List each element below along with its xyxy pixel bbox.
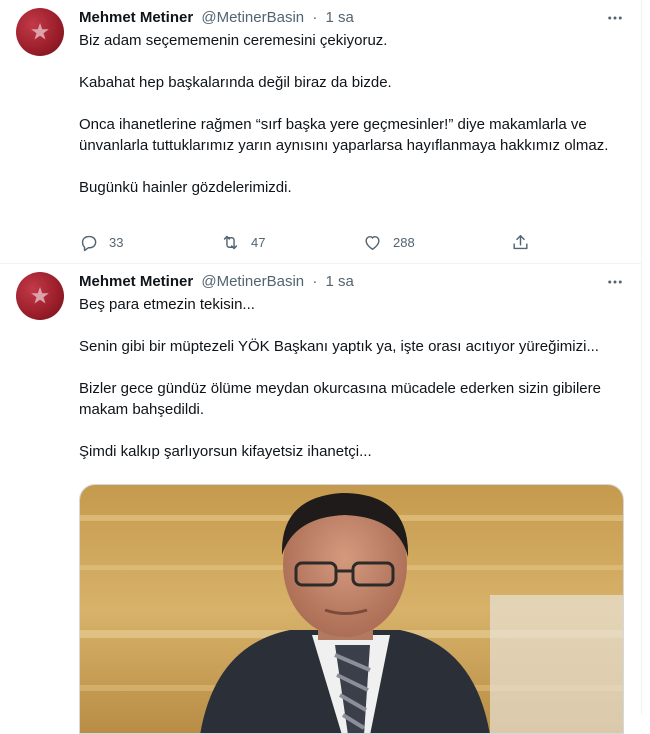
reply-button[interactable]: 33 (79, 229, 123, 255)
separator-dot: · (312, 9, 318, 26)
tweet-content: Mehmet Metiner @MetinerBasin · 1 sa Beş … (79, 272, 625, 734)
like-count: 288 (393, 234, 415, 250)
tweet-actions: 33 47 288 (79, 229, 549, 255)
author-handle[interactable]: @MetinerBasin (201, 273, 304, 290)
avatar[interactable] (16, 8, 64, 56)
avatar[interactable] (16, 272, 64, 320)
tweet-text: Biz adam seçememenin ceremesini çekiyoru… (79, 32, 609, 196)
tweet-header: Mehmet Metiner @MetinerBasin · 1 sa (79, 272, 625, 292)
portrait-photo (80, 485, 623, 733)
tweet-time[interactable]: 1 sa (325, 9, 353, 26)
separator-dot: · (312, 273, 318, 290)
star-icon (31, 23, 49, 40)
heart-icon (365, 235, 380, 250)
retweet-button[interactable]: 47 (221, 229, 265, 255)
timeline-feed: Mehmet Metiner @MetinerBasin · 1 sa Biz … (0, 0, 642, 734)
tweet-content: Mehmet Metiner @MetinerBasin · 1 sa Biz … (79, 8, 625, 251)
more-horizontal-icon (608, 280, 622, 284)
star-icon (31, 287, 49, 304)
more-options-button[interactable] (605, 8, 625, 28)
tweet[interactable]: Mehmet Metiner @MetinerBasin · 1 sa Beş … (0, 264, 641, 734)
like-button[interactable]: 288 (363, 229, 415, 255)
share-icon (513, 234, 528, 249)
share-button[interactable] (511, 229, 530, 255)
author-name[interactable]: Mehmet Metiner (79, 9, 193, 26)
tweet-text: Beş para etmezin tekisin... Senin gibi b… (79, 296, 601, 460)
retweet-count: 47 (251, 234, 266, 250)
author-name[interactable]: Mehmet Metiner (79, 273, 193, 290)
author-handle[interactable]: @MetinerBasin (201, 9, 304, 26)
retweet-icon (223, 235, 238, 249)
tweet-header: Mehmet Metiner @MetinerBasin · 1 sa (79, 8, 625, 28)
reply-count: 33 (109, 234, 124, 250)
tweet[interactable]: Mehmet Metiner @MetinerBasin · 1 sa Biz … (0, 0, 641, 264)
reply-icon (81, 235, 97, 251)
more-options-button[interactable] (605, 272, 625, 292)
more-horizontal-icon (608, 16, 622, 20)
tweet-time[interactable]: 1 sa (325, 273, 353, 290)
tweet-photo[interactable] (79, 484, 624, 734)
